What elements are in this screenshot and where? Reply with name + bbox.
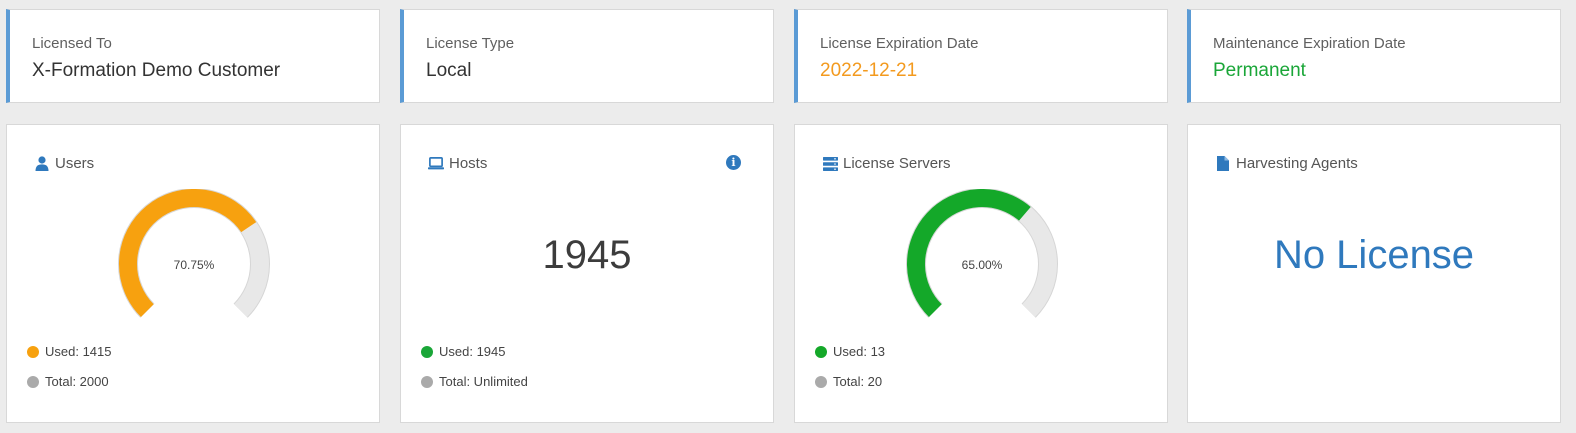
license-servers-used-text: Used: 13 <box>833 344 886 359</box>
harvesting-agents-title: Harvesting Agents <box>1215 155 1358 172</box>
hosts-used-text: Used: 1945 <box>439 344 506 359</box>
total-dot <box>421 375 433 388</box>
harvesting-agents-title-text: Harvesting Agents <box>1236 155 1358 172</box>
used-dot <box>27 345 39 358</box>
hosts-title: Hosts <box>428 155 487 172</box>
licensed-to-card: Licensed To X-Formation Demo Customer <box>6 9 380 103</box>
users-gauge-percent: 70.75% <box>173 258 215 272</box>
hosts-title-text: Hosts <box>449 155 488 172</box>
maintenance-expiration-value: Permanent <box>1213 60 1306 81</box>
file-icon <box>1215 156 1231 172</box>
hosts-count: 1945 <box>542 233 632 277</box>
maintenance-expiration-card: Maintenance Expiration Date Permanent <box>1187 9 1561 103</box>
license-type-value: Local <box>426 60 472 81</box>
license-servers-gauge-fill <box>907 188 1031 318</box>
license-type-label: License Type <box>426 35 515 52</box>
license-expiration-card: License Expiration Date 2022-12-21 <box>794 9 1168 103</box>
user-icon <box>34 156 50 172</box>
used-dot <box>815 345 827 358</box>
users-gauge: 70.75% <box>113 188 275 329</box>
total-dot <box>815 375 827 388</box>
license-expiration-value: 2022-12-21 <box>820 60 918 81</box>
laptop-icon <box>428 156 444 172</box>
harvesting-agents-card[interactable]: Harvesting Agents No License <box>1187 124 1561 423</box>
license-servers-gauge: 65.00% <box>901 188 1063 329</box>
licensed-to-label: Licensed To <box>32 35 112 52</box>
license-type-card: License Type Local <box>400 9 774 103</box>
license-servers-title-text: License Servers <box>843 155 951 172</box>
maintenance-expiration-label: Maintenance Expiration Date <box>1213 35 1406 52</box>
users-legend-used: Used: 1415 <box>27 344 112 359</box>
users-title: Users <box>34 155 94 172</box>
hosts-total-text: Total: Unlimited <box>439 374 528 389</box>
licensed-to-value: X-Formation Demo Customer <box>32 60 281 81</box>
license-expiration-label: License Expiration Date <box>820 35 979 52</box>
total-dot <box>27 375 39 388</box>
hosts-card[interactable]: Hosts i 1945 Used: 1945 Total: Unlimited <box>400 124 774 423</box>
no-license-status: No License <box>1273 233 1475 277</box>
hosts-legend-total: Total: Unlimited <box>421 374 528 389</box>
license-servers-total-text: Total: 20 <box>833 374 883 389</box>
server-icon <box>822 156 838 172</box>
license-servers-gauge-percent: 65.00% <box>961 258 1003 272</box>
hosts-legend-used: Used: 1945 <box>421 344 506 359</box>
license-servers-legend-used: Used: 13 <box>815 344 885 359</box>
info-icon[interactable]: i <box>726 155 741 170</box>
users-card[interactable]: Users 70.75% Used: 1415 Total: 2000 <box>6 124 380 423</box>
users-used-text: Used: 1415 <box>45 344 112 359</box>
license-servers-title: License Servers <box>822 155 951 172</box>
users-title-text: Users <box>55 155 95 172</box>
users-legend-total: Total: 2000 <box>27 374 109 389</box>
used-dot <box>421 345 433 358</box>
license-servers-legend-total: Total: 20 <box>815 374 882 389</box>
license-servers-card[interactable]: License Servers 65.00% Used: 13 Total: 2… <box>794 124 1168 423</box>
users-total-text: Total: 2000 <box>45 374 109 389</box>
